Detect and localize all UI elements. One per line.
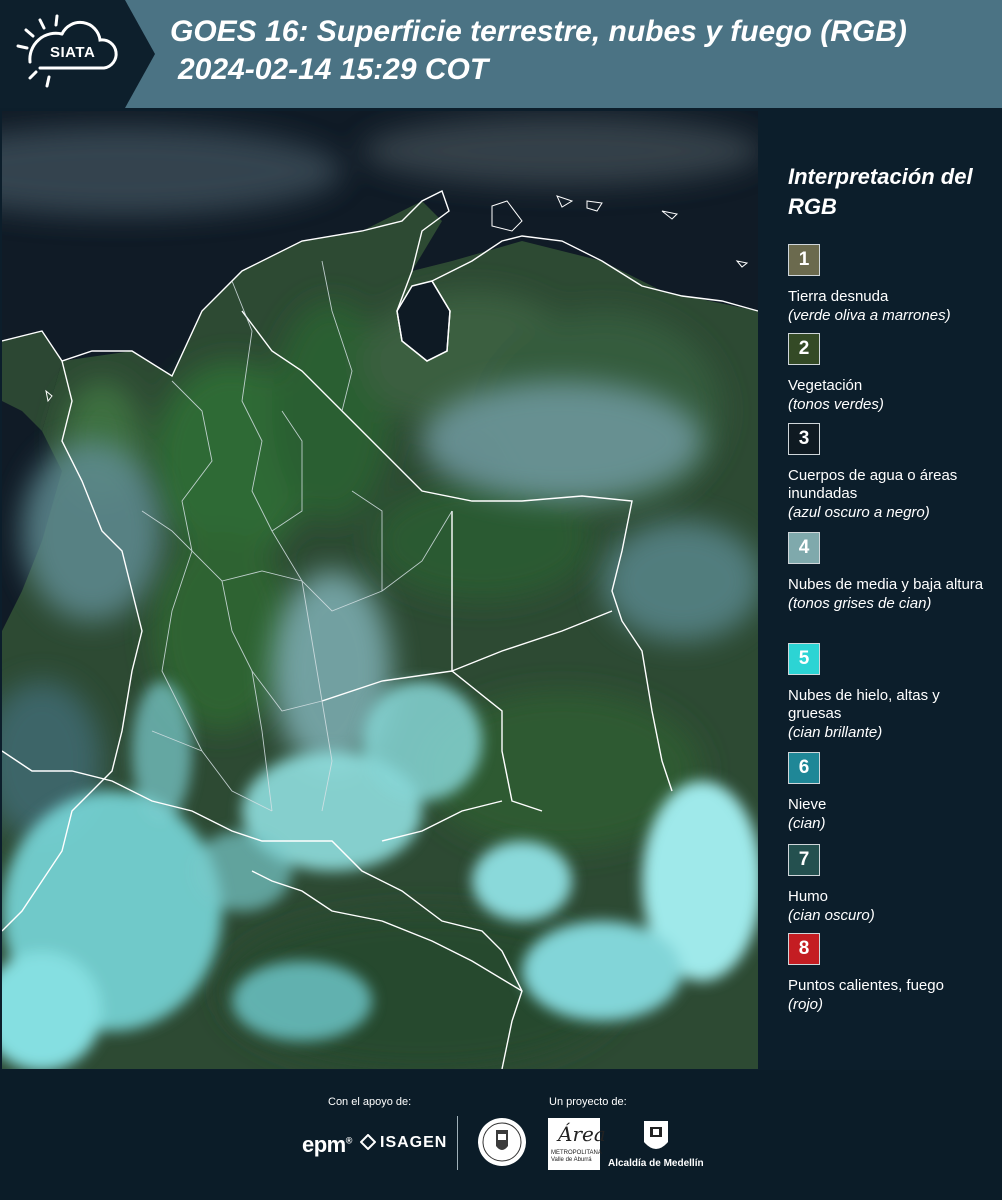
legend-item-fire: 8 Puntos calientes, fuego (rojo): [788, 933, 993, 1014]
isagen-icon: [360, 1134, 376, 1150]
project-caption: Un proyecto de:: [549, 1096, 627, 1108]
legend-swatch-3: 3: [788, 423, 820, 455]
legend-description: (azul oscuro a negro): [788, 504, 930, 521]
legend-description: (cian oscuro): [788, 907, 875, 924]
area-logo-word: Área: [558, 1122, 606, 1146]
legend-title: Interpretación del RGB: [788, 164, 973, 219]
legend-swatch-8: 8: [788, 933, 820, 965]
legend-description: (cian brillante): [788, 724, 883, 741]
header-bar: SIATA GOES 16: Superficie terrestre, nub…: [0, 0, 1002, 108]
page-title: GOES 16: Superficie terrestre, nubes y f…: [170, 15, 907, 48]
area-logo-caption: METROPOLITANA Valle de Aburrá: [551, 1150, 602, 1163]
footer-divider: [457, 1116, 458, 1170]
legend-item-ice-clouds: 5 Nubes de hielo, altas y gruesas (cian …: [788, 643, 993, 742]
legend-label: Puntos calientes, fuego: [788, 977, 944, 994]
logo-label: SIATA: [50, 44, 96, 61]
legend-description: (tonos verdes): [788, 396, 884, 413]
rgb-legend: Interpretación del RGB 1 Tierra desnuda …: [776, 110, 998, 1068]
legend-label: Tierra desnuda: [788, 288, 889, 305]
legend-label: Nieve: [788, 796, 827, 813]
medellin-label: Alcaldía de Medellín: [608, 1158, 704, 1169]
legend-description: (rojo): [788, 996, 824, 1013]
legend-label: Cuerpos de agua o áreas inundadas: [788, 467, 958, 502]
medellin-seal-icon[interactable]: [641, 1118, 671, 1156]
epm-logo-text: epm: [302, 1132, 346, 1157]
legend-description: (verde oliva a marrones): [788, 307, 951, 324]
legend-label: Nubes de media y baja altura: [788, 576, 984, 593]
epm-logo[interactable]: epm®: [302, 1132, 352, 1158]
legend-description: (tonos grises de cian): [788, 595, 932, 612]
antioquia-seal-icon[interactable]: [476, 1116, 528, 1168]
legend-item-water: 3 Cuerpos de agua o áreas inundadas (azu…: [788, 423, 993, 522]
support-caption: Con el apoyo de:: [328, 1096, 412, 1108]
legend-swatch-2: 2: [788, 333, 820, 365]
legend-item-vegetation: 2 Vegetación (tonos verdes): [788, 333, 993, 414]
legend-label: Nubes de hielo, altas y gruesas: [788, 687, 940, 722]
registered-mark-icon: ®: [345, 1135, 353, 1146]
legend-description: (cian): [788, 815, 826, 832]
legend-item-low-clouds: 4 Nubes de media y baja altura (tonos gr…: [788, 532, 993, 613]
area-metropolitana-logo[interactable]: Área METROPOLITANA Valle de Aburrá: [548, 1118, 606, 1170]
satellite-map[interactable]: [2, 111, 758, 1069]
legend-swatch-4: 4: [788, 532, 820, 564]
legend-swatch-7: 7: [788, 844, 820, 876]
legend-swatch-6: 6: [788, 752, 820, 784]
legend-item-snow: 6 Nieve (cian): [788, 752, 993, 833]
legend-item-smoke: 7 Humo (cian oscuro): [788, 844, 993, 925]
legend-item-bare-soil: 1 Tierra desnuda (verde oliva a marrones…: [788, 244, 993, 325]
legend-label: Vegetación: [788, 377, 863, 394]
timestamp: 2024-02-14 15:29 COT: [178, 53, 489, 86]
isagen-logo[interactable]: ISAGEN: [380, 1134, 447, 1152]
footer: Con el apoyo de: Un proyecto de: epm® IS…: [0, 1070, 1002, 1200]
legend-swatch-1: 1: [788, 244, 820, 276]
legend-swatch-5: 5: [788, 643, 820, 675]
legend-label: Humo: [788, 888, 829, 905]
siata-logo[interactable]: SIATA: [0, 0, 155, 108]
map-canvas: [2, 111, 758, 1069]
